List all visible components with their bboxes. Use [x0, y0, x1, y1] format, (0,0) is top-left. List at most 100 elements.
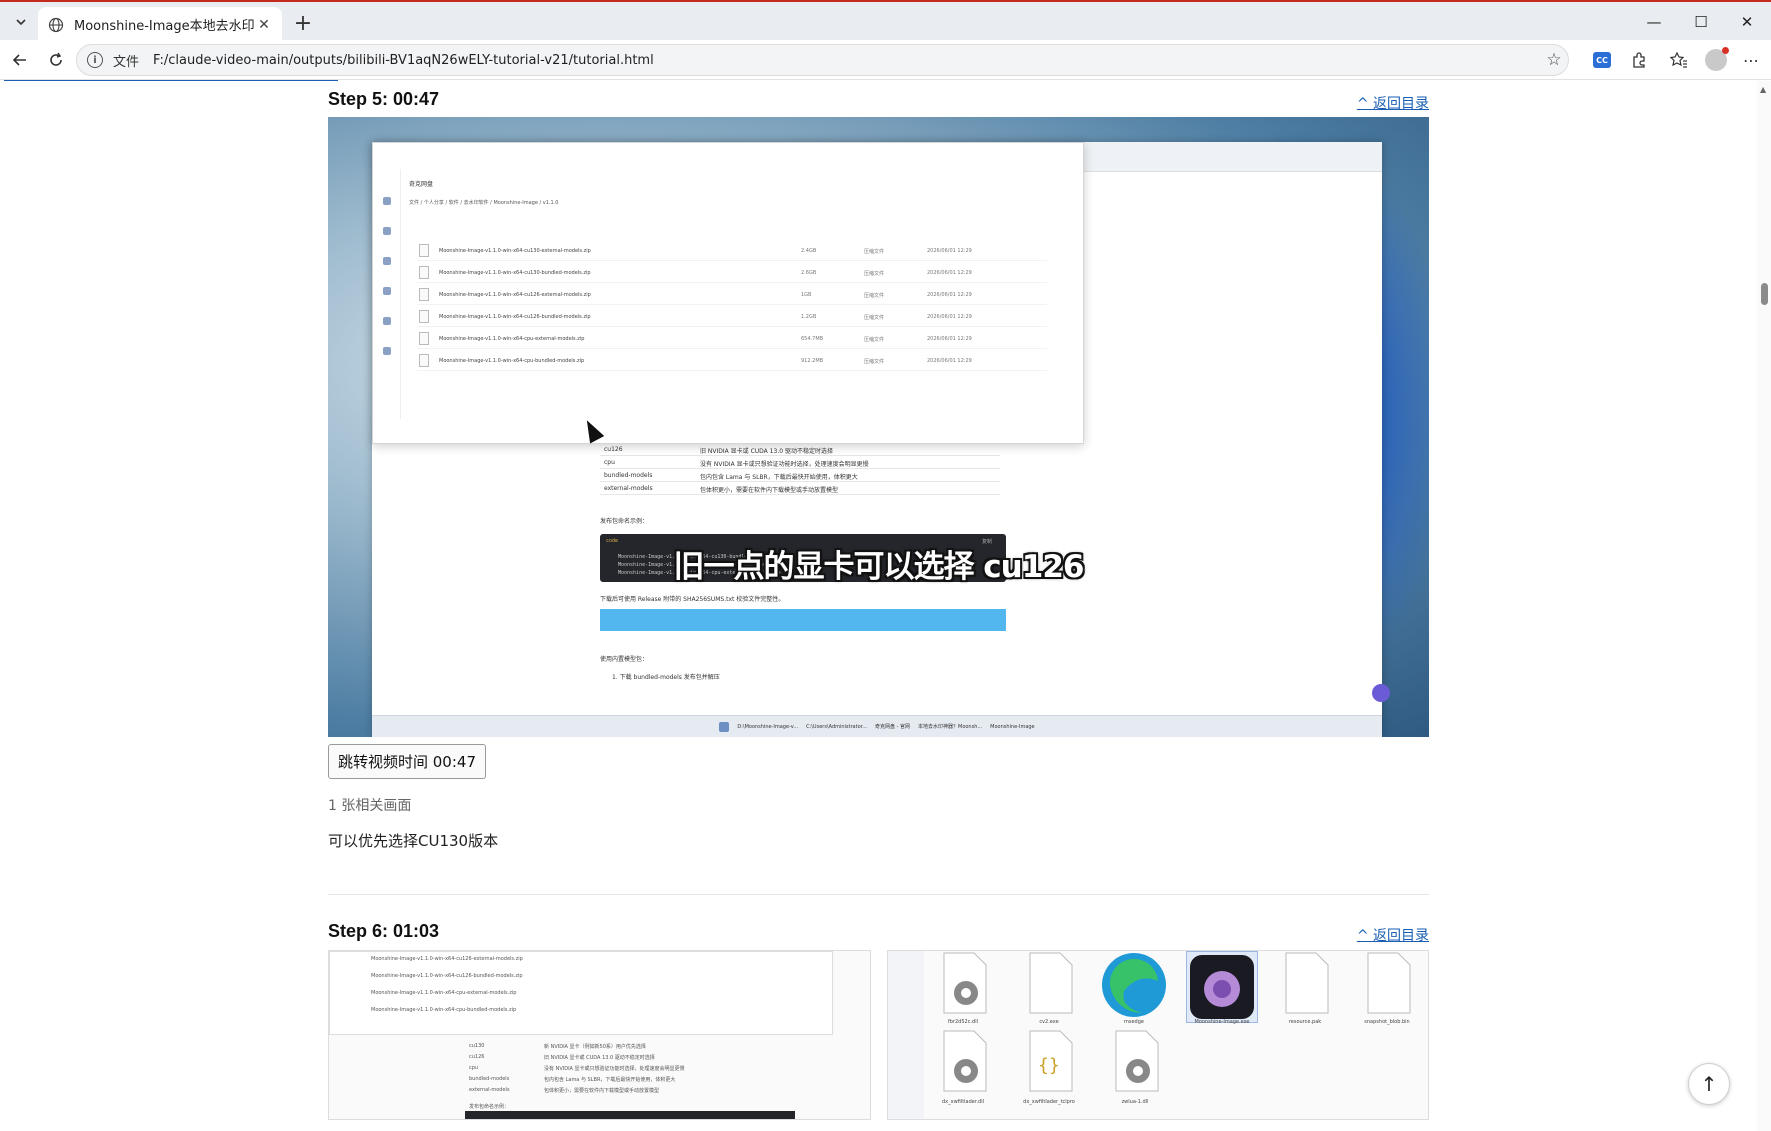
- related-image-count: 1 张相关画面: [328, 798, 412, 814]
- thumb-spec-key: external-models: [469, 1087, 510, 1093]
- page-scrollbar[interactable]: ▲: [1757, 81, 1771, 1131]
- profile-icon[interactable]: [1702, 46, 1730, 74]
- file-label: zwlua-1.dll: [1121, 1099, 1149, 1105]
- thumb-spec-value: 包体积更小，需要在软件内下载模型或手动放置模型: [544, 1088, 660, 1094]
- jump-to-time-button[interactable]: 跳转视频时间 00:47: [328, 744, 486, 779]
- file-label: Moonshine-Image.exe: [1194, 1019, 1250, 1025]
- file-row: Moonshine-Image-v1.1.0-win-x64-cu130-bun…: [417, 263, 1047, 283]
- star-icon[interactable]: ☆: [1540, 50, 1568, 70]
- dll-file-icon: [938, 951, 990, 1019]
- thumb-file-name: Moonshine-Image-v1.1.0-win-x64-cu126-ext…: [371, 956, 523, 962]
- taskbar-item: D:\Moonshine-Image-v...: [737, 723, 799, 730]
- taskbar-item: C:\Users\Administrator...: [806, 723, 868, 730]
- thumb-spec-value: 包内包含 Lama 与 SLBR，下载后最快开始使用，体积更大: [544, 1077, 676, 1083]
- back-to-toc-link[interactable]: ^ 返回目录: [1357, 93, 1429, 113]
- sidebar-icon: [383, 197, 391, 205]
- step-5-screenshot[interactable]: cu130新 NVIDIA 显卡（例如新50系）用户优先选择 cu126旧 NV…: [328, 117, 1429, 737]
- thumb-spec-value: 新 NVIDIA 显卡（例如新50系）用户优先选择: [544, 1044, 646, 1050]
- popup-title: 奇克网盘: [409, 181, 434, 188]
- step-6-header: Step 6: 01:03 ^ 返回目录: [328, 921, 1429, 951]
- tab-list-icon[interactable]: [8, 10, 34, 34]
- file-icon: [419, 266, 429, 279]
- thumb-file-name: Moonshine-Image-v1.1.0-win-x64-cu126-bun…: [371, 973, 523, 979]
- more-icon[interactable]: ⋯: [1737, 46, 1765, 74]
- file-label: dx_xwfiltlader.dll: [941, 1099, 985, 1105]
- file-icon: [419, 354, 429, 367]
- file-row: Moonshine-Image-v1.1.0-win-x64-cpu-exter…: [417, 329, 1047, 349]
- file-icon: [419, 244, 429, 257]
- favorites-icon[interactable]: [1665, 46, 1693, 74]
- file-label: resource.pak: [1288, 1019, 1322, 1025]
- info-icon[interactable]: i: [87, 52, 103, 68]
- sidebar-icon: [383, 227, 391, 235]
- page-content: Step 5: 00:47 ^ 返回目录 cu130新 NVIDIA 显卡（例如…: [0, 81, 1771, 1131]
- thumb-spec-key: cpu: [469, 1065, 479, 1071]
- sidebar-icon: [383, 257, 391, 265]
- spec-row: bundled-models 包内包含 Lama 与 SLBR，下载后最快开始使用…: [600, 469, 1000, 482]
- file-row: Moonshine-Image-v1.1.0-win-x64-cu126-bun…: [417, 307, 1047, 327]
- step-title: Step 5: 00:47: [328, 89, 440, 109]
- step-description: 可以优先选择CU130版本: [328, 832, 499, 850]
- sidebar-icon: [383, 317, 391, 325]
- scroll-up-arrow-icon[interactable]: ▲: [1760, 85, 1766, 94]
- spec-row: cpu 没有 NVIDIA 显卡或只想验证功能时选择，处理速度会明显更慢: [600, 456, 1000, 469]
- thumb-code-block: [465, 1111, 795, 1119]
- file-row: Moonshine-Image-v1.1.0-win-x64-cu126-ext…: [417, 285, 1047, 305]
- thumb-spec-key: cu130: [469, 1043, 485, 1049]
- inner-scroll-top-icon: [1372, 684, 1390, 702]
- cc-icon[interactable]: CC: [1588, 46, 1616, 74]
- inner-note: 下载后可使用 Release 附带的 SHA256SUMS.txt 校验文件完整…: [600, 596, 785, 603]
- inner-taskbar: D:\Moonshine-Image-v... C:\Users\Adminis…: [372, 715, 1382, 737]
- file-label: dx_xwfiltlader_tclpro: [1023, 1099, 1075, 1105]
- globe-icon: [48, 17, 64, 32]
- file-label: fbr2d52c.dll: [948, 1019, 978, 1025]
- thumb-file-name: Moonshine-Image-v1.1.0-win-x64-cpu-exter…: [371, 990, 517, 996]
- back-to-toc-link[interactable]: ^ 返回目录: [1357, 925, 1429, 945]
- thumb-note: 发布包命名示例：: [469, 1104, 510, 1110]
- scroll-thumb[interactable]: [1761, 283, 1768, 305]
- inner-note: 使用内置模型包：: [600, 656, 649, 663]
- browser-toolbar: i 文件 F:/claude-video-main/outputs/bilibi…: [0, 40, 1771, 80]
- spec-row: external-models 包体积更小，需要在软件内下载模型或手动放置模型: [600, 482, 1000, 495]
- minimize-icon[interactable]: —: [1634, 8, 1674, 36]
- download-banner: [600, 609, 1006, 631]
- explorer-sidebar: [888, 951, 924, 1119]
- close-icon[interactable]: ✕: [256, 17, 272, 33]
- url-scheme: 文件: [113, 54, 140, 70]
- tab-title: Moonshine-Image本地去水印：从: [74, 19, 256, 34]
- refresh-icon[interactable]: [42, 46, 70, 74]
- file-icon: [1024, 951, 1076, 1019]
- address-bar[interactable]: i 文件 F:/claude-video-main/outputs/bilibi…: [76, 44, 1569, 76]
- extensions-icon[interactable]: [1625, 46, 1653, 74]
- moonshine-app-icon: [1186, 951, 1258, 1023]
- back-icon[interactable]: [6, 46, 34, 74]
- file-row: Moonshine-Image-v1.1.0-win-x64-cu130-ext…: [417, 241, 1047, 261]
- spec-row: cu126 旧 NVIDIA 显卡或 CUDA 13.0 驱动不稳定时选择: [600, 443, 1000, 456]
- maximize-icon[interactable]: ☐: [1681, 8, 1721, 36]
- dll-file-icon: [938, 1029, 990, 1097]
- dll-file-icon: [1110, 1029, 1162, 1097]
- plus-icon[interactable]: +: [290, 11, 316, 36]
- file-icon: [419, 332, 429, 345]
- windows-icon: [719, 721, 730, 732]
- svg-text:{}: {}: [1038, 1055, 1060, 1076]
- popup-breadcrumb: 文件 / 个人分享 / 软件 / 去水印软件 / Moonshine-Image…: [409, 200, 559, 206]
- edge-icon: [1098, 951, 1170, 1019]
- taskbar-item: 奇克网盘 - 官网: [875, 724, 910, 730]
- video-subtitle: 旧一点的显卡可以选择 cu126: [673, 549, 1085, 585]
- cloud-drive-popup: 奇克网盘 文件 / 个人分享 / 软件 / 去水印软件 / Moonshine-…: [372, 142, 1084, 444]
- step-6-screenshot-1[interactable]: Moonshine-Image-v1.1.0-win-x64-cu126-ext…: [328, 950, 871, 1120]
- json-file-icon: {}: [1024, 1029, 1076, 1097]
- step-6-screenshot-2[interactable]: {} fbr2d52c.dll cv2.exe msedge Moonshine…: [887, 950, 1429, 1120]
- sidebar-icon: [383, 347, 391, 355]
- browser-tab[interactable]: Moonshine-Image本地去水印：从 ✕: [38, 7, 282, 42]
- popup-sidebar: [373, 169, 401, 419]
- close-window-icon[interactable]: ✕: [1727, 8, 1767, 36]
- url-text[interactable]: F:/claude-video-main/outputs/bilibili-BV…: [153, 53, 1540, 68]
- file-icon: [419, 288, 429, 301]
- taskbar-item: 本地去水印神器？Moonsh...: [918, 724, 983, 730]
- file-label: msedge: [1124, 1019, 1144, 1025]
- file-icon: [419, 310, 429, 323]
- back-to-top-button[interactable]: ↑: [1688, 1063, 1730, 1105]
- thumb-spec-key: bundled-models: [469, 1076, 510, 1082]
